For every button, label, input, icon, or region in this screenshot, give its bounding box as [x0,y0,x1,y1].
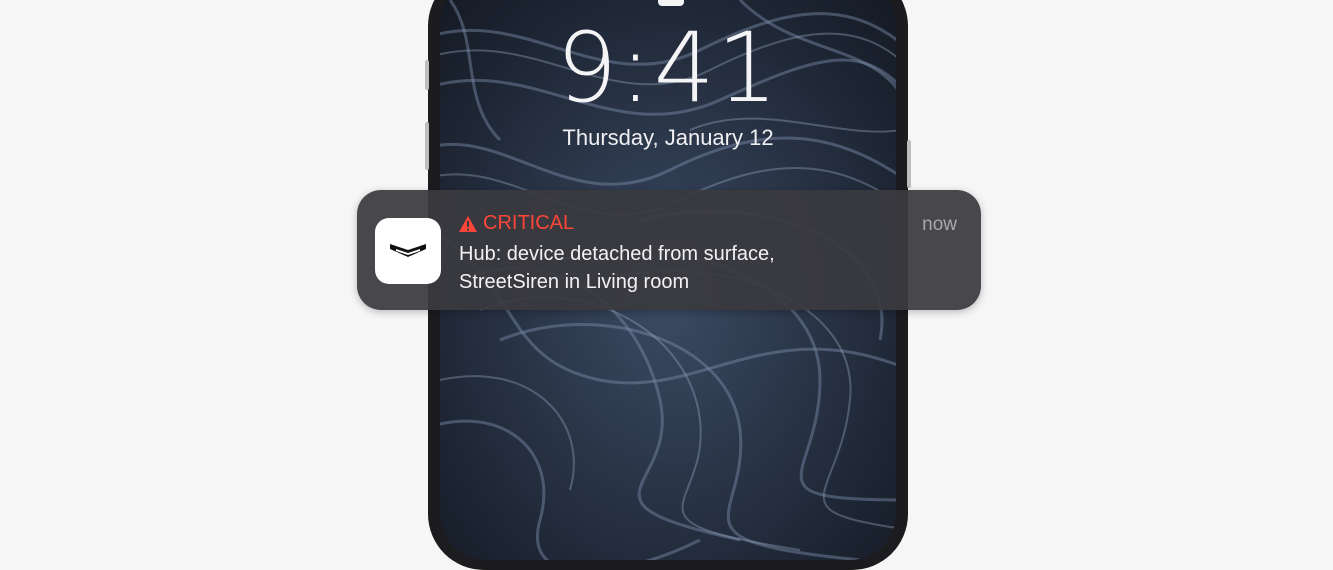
ajax-logo-icon [375,218,441,284]
volume-button [425,122,429,170]
severity-label: CRITICAL [483,212,575,234]
power-button [907,140,911,188]
camera-notch [658,0,684,6]
warning-triangle-icon [459,215,477,232]
notification-message: Hub: device detached from surface, Stree… [459,240,879,296]
notification-message-line: Hub: device detached from surface, [459,243,775,265]
notification-header: CRITICAL [459,212,574,235]
lock-screen-date: Thursday, January 12 [562,125,774,150]
critical-notification[interactable]: CRITICAL Hub: device detached from surfa… [357,190,981,310]
notification-message-line: StreetSiren in Living room [459,271,690,293]
lock-screen-clock: 9:41 [556,12,780,124]
volume-button [425,60,429,90]
notification-time: now [922,214,957,235]
